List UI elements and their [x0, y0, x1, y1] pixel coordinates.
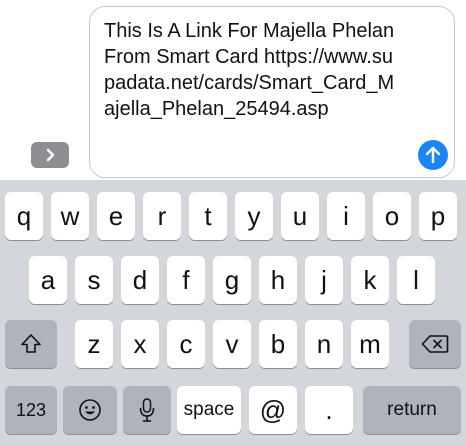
- microphone-icon: [139, 398, 155, 422]
- key-h[interactable]: h: [259, 256, 297, 304]
- numbers-key[interactable]: 123: [5, 386, 57, 434]
- message-input[interactable]: This Is A Link For Majella Phelan From S…: [89, 6, 455, 178]
- delete-icon: [421, 335, 449, 353]
- return-key[interactable]: return: [363, 386, 461, 434]
- key-t[interactable]: t: [189, 192, 227, 240]
- emoji-icon: [79, 399, 101, 421]
- message-text: This Is A Link For Majella Phelan From S…: [104, 20, 400, 120]
- period-key[interactable]: .: [305, 386, 353, 434]
- numbers-key-label: 123: [15, 399, 47, 420]
- key-v[interactable]: v: [213, 320, 251, 368]
- key-x[interactable]: x: [121, 320, 159, 368]
- key-u[interactable]: u: [281, 192, 319, 240]
- key-e[interactable]: e: [97, 192, 135, 240]
- keyboard: q w e r t y u i o p a s d f g h j k l z …: [0, 180, 466, 445]
- expand-apps-button[interactable]: [31, 142, 69, 168]
- return-key-label: return: [387, 399, 437, 420]
- key-d[interactable]: d: [121, 256, 159, 304]
- key-k[interactable]: k: [351, 256, 389, 304]
- key-a[interactable]: a: [29, 256, 67, 304]
- key-w[interactable]: w: [51, 192, 89, 240]
- at-key[interactable]: @: [249, 386, 297, 434]
- send-button[interactable]: [418, 140, 448, 170]
- key-f[interactable]: f: [167, 256, 205, 304]
- arrow-up-icon: [425, 146, 441, 164]
- key-p[interactable]: p: [419, 192, 457, 240]
- key-r[interactable]: r: [143, 192, 181, 240]
- key-y[interactable]: y: [235, 192, 273, 240]
- key-o[interactable]: o: [373, 192, 411, 240]
- key-j[interactable]: j: [305, 256, 343, 304]
- key-i[interactable]: i: [327, 192, 365, 240]
- key-l[interactable]: l: [397, 256, 435, 304]
- key-n[interactable]: n: [305, 320, 343, 368]
- microphone-key[interactable]: [123, 386, 171, 434]
- space-key[interactable]: space: [177, 386, 241, 434]
- key-s[interactable]: s: [75, 256, 113, 304]
- space-key-label: space: [183, 399, 235, 420]
- chevron-right-icon: [46, 148, 55, 162]
- shift-icon: [21, 334, 41, 353]
- period-key-label: .: [325, 394, 333, 425]
- delete-key[interactable]: [409, 320, 461, 368]
- key-b[interactable]: b: [259, 320, 297, 368]
- key-m[interactable]: m: [351, 320, 389, 368]
- key-q[interactable]: q: [5, 192, 43, 240]
- shift-key[interactable]: [5, 320, 57, 368]
- emoji-key[interactable]: [63, 386, 117, 434]
- key-z[interactable]: z: [75, 320, 113, 368]
- key-g[interactable]: g: [213, 256, 251, 304]
- key-c[interactable]: c: [167, 320, 205, 368]
- at-key-label: @: [259, 394, 287, 425]
- compose-area: This Is A Link For Majella Phelan From S…: [0, 0, 466, 180]
